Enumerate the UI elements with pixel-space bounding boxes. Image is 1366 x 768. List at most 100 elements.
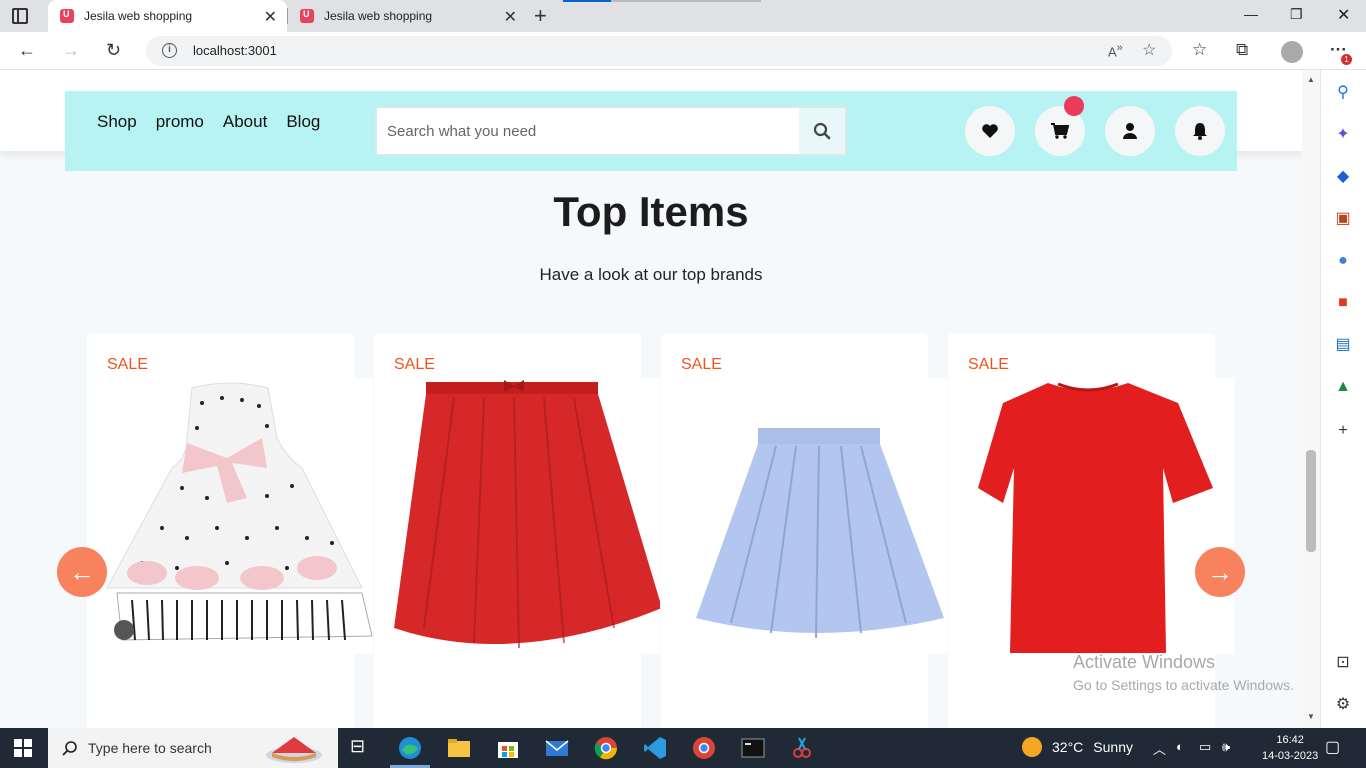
windows-start-icon[interactable] (14, 739, 32, 757)
profile-avatar[interactable] (1281, 41, 1303, 63)
nav-item-shop[interactable]: Shop (97, 112, 137, 132)
minimize-icon[interactable]: — (1244, 6, 1258, 22)
scroll-thumb[interactable] (1306, 450, 1316, 552)
edge-browser-icon[interactable] (398, 736, 422, 760)
browser-tab-strip: Jesila web shopping ✕ Jesila web shoppin… (0, 0, 1366, 32)
new-tab-icon[interactable]: + (534, 3, 547, 29)
collections-icon[interactable]: ⧉ (1236, 40, 1248, 60)
settings-gear-icon[interactable]: ⚙ (1334, 696, 1352, 714)
sale-badge: SALE (968, 356, 1009, 373)
restore-icon[interactable]: ❐ (1290, 6, 1303, 23)
carousel-next-button[interactable]: → (1195, 547, 1245, 597)
sun-icon (1022, 737, 1042, 757)
search-button[interactable] (799, 108, 845, 154)
favorites-icon[interactable]: ☆ (1192, 40, 1207, 60)
bell-icon (1193, 123, 1207, 140)
scroll-up-icon[interactable]: ▲ (1307, 75, 1315, 84)
add-icon[interactable]: + (1334, 422, 1352, 440)
web-page: Shop promo About Blog Search what you ne… (0, 71, 1302, 728)
refresh-icon[interactable]: ↻ (106, 40, 121, 61)
sale-badge: SALE (681, 356, 722, 373)
nav-item-promo[interactable]: promo (156, 112, 204, 132)
clock-time: 16:42 (1276, 734, 1304, 746)
search-icon[interactable]: ⚲ (1334, 84, 1352, 102)
search-icon (62, 741, 77, 756)
section-subtitle: Have a look at our top brands (539, 265, 763, 284)
sidebar-toggle-icon[interactable] (12, 8, 28, 24)
pie-illustration-icon (266, 737, 322, 763)
red-skirt-image (374, 378, 660, 654)
taskbar-search-placeholder: Type here to search (88, 740, 212, 756)
back-icon[interactable]: ← (18, 40, 36, 61)
taskbar-search-box[interactable]: Type here to search (48, 728, 338, 768)
games-icon[interactable]: ● (1334, 252, 1352, 270)
site-header: Shop promo About Blog (65, 91, 1237, 171)
meet-now-icon[interactable]: ◐ (1176, 739, 1184, 754)
forward-icon[interactable]: → (62, 40, 80, 61)
main-nav: Shop promo About Blog (97, 112, 320, 132)
page-scrollbar[interactable]: ▲ ▼ (1302, 70, 1320, 728)
arrow-left-icon: ← (69, 556, 95, 587)
sidebar-panel-icon[interactable]: ⊡ (1334, 654, 1352, 672)
file-explorer-icon[interactable] (447, 736, 471, 760)
tools-icon[interactable]: ▣ (1334, 210, 1352, 228)
chrome-icon[interactable] (594, 736, 618, 760)
nav-item-about[interactable]: About (223, 112, 267, 132)
system-clock[interactable]: 16:42 14-03-2023 (1262, 732, 1318, 764)
site-favicon-icon (300, 9, 314, 23)
arrow-right-icon: → (1207, 556, 1233, 587)
add-favorite-icon[interactable]: ☆ (1142, 40, 1156, 60)
tab-loading-indicator (563, 0, 611, 2)
red-tshirt-image (948, 378, 1234, 654)
weather-condition: Sunny (1093, 739, 1133, 755)
tab-jesila-active[interactable]: Jesila web shopping ✕ (48, 0, 287, 32)
site-info-icon[interactable]: i (162, 43, 177, 58)
polka-dot-dress-image (87, 378, 373, 654)
tab-jesila-inactive[interactable]: Jesila web shopping ✕ (288, 0, 527, 32)
show-hidden-icons-icon[interactable]: ︿ (1153, 739, 1166, 758)
vscode-icon[interactable] (643, 736, 667, 760)
notifications-icon[interactable]: ▢ (1325, 737, 1340, 757)
tab-loading-track (611, 0, 761, 2)
clock-date: 14-03-2023 (1262, 750, 1319, 762)
shopping-tag-icon[interactable]: ◆ (1334, 168, 1352, 186)
close-tab-icon[interactable]: ✕ (264, 7, 277, 27)
search-icon (813, 122, 831, 140)
product-card[interactable]: SALE (87, 333, 373, 728)
url-text: localhost:3001 (193, 43, 277, 58)
volume-icon[interactable]: 🕪 (1222, 739, 1230, 755)
copilot-icon[interactable]: ✦ (1334, 126, 1352, 144)
blue-pleated-skirt-image (661, 378, 947, 654)
read-aloud-icon[interactable]: A» (1108, 42, 1123, 59)
wishlist-button[interactable] (965, 106, 1015, 156)
microsoft-store-icon[interactable] (496, 736, 520, 760)
office-icon[interactable]: ■ (1334, 294, 1352, 312)
url-field[interactable]: i localhost:3001 A» ☆ (146, 36, 1172, 66)
close-window-icon[interactable]: ✕ (1337, 5, 1350, 25)
network-icon[interactable]: ▭ (1199, 739, 1211, 755)
account-button[interactable] (1105, 106, 1155, 156)
terminal-icon[interactable] (741, 736, 765, 760)
carousel-prev-button[interactable]: ← (57, 547, 107, 597)
chrome-profile-icon[interactable] (692, 736, 716, 760)
search-input[interactable] (377, 108, 799, 154)
user-icon (1123, 123, 1137, 139)
product-card[interactable]: SALE (661, 333, 947, 728)
outlook-icon[interactable]: ▤ (1334, 336, 1352, 354)
scroll-down-icon[interactable]: ▼ (1307, 712, 1315, 721)
nav-item-blog[interactable]: Blog (286, 112, 320, 132)
address-bar-row: ← → ↻ i localhost:3001 A» ☆ ☆ ⧉ ··· 1 (0, 32, 1366, 70)
notifications-button[interactable] (1175, 106, 1225, 156)
activation-watermark-title: Activate Windows (1073, 652, 1216, 672)
mail-icon[interactable] (545, 736, 569, 760)
section-title: Top Items (553, 188, 749, 235)
activation-watermark-text: Go to Settings to activate Windows. (1073, 677, 1294, 693)
snipping-tool-icon[interactable] (790, 736, 814, 760)
weather-widget[interactable]: 32°C Sunny (1022, 737, 1133, 757)
tree-icon[interactable]: ▲ (1334, 378, 1352, 396)
close-tab-icon[interactable]: ✕ (504, 7, 517, 27)
tab-title: Jesila web shopping (324, 9, 433, 23)
task-view-icon[interactable]: ⊟ (350, 736, 374, 760)
cart-icon (1051, 123, 1070, 139)
product-card[interactable]: SALE (374, 333, 660, 728)
